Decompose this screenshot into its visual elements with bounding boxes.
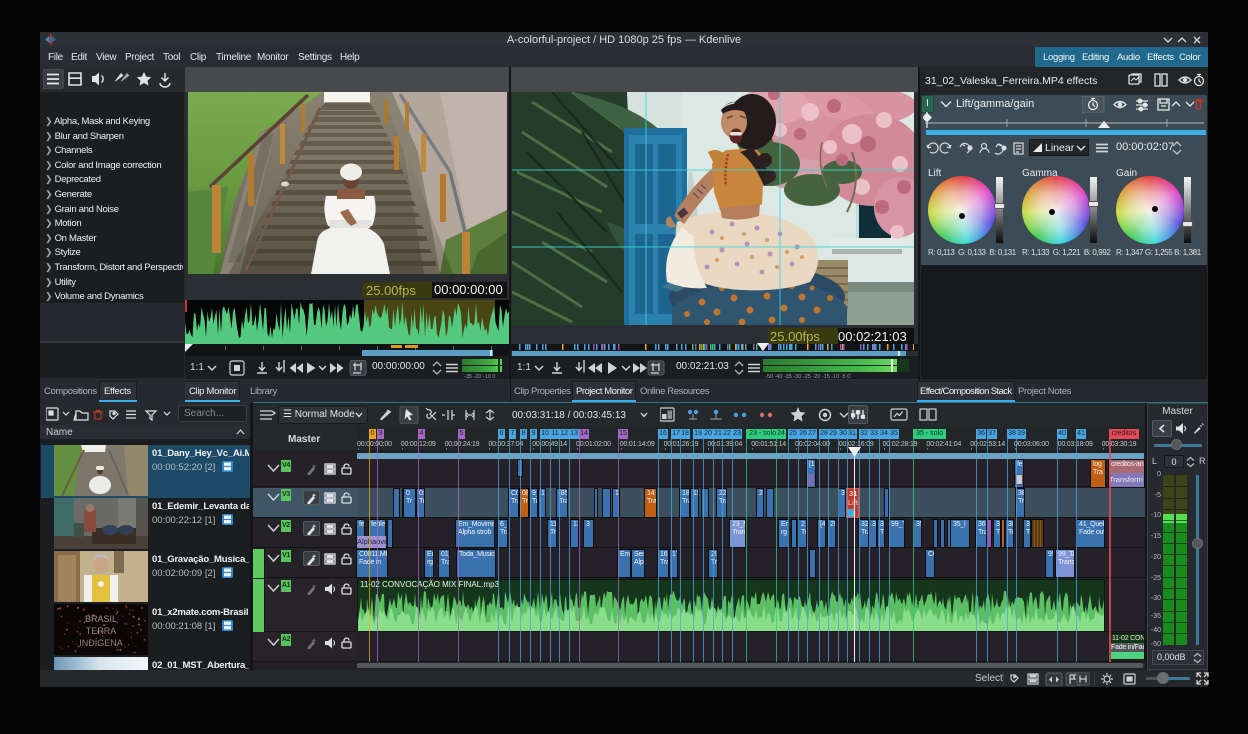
svg-text:-50 -40 -35 -30 -25 -20 -15: -50 -40 -35 -30 -25 -20 -15 -10 -5 0 (765, 374, 850, 379)
svg-text:INDÍGENA: INDÍGENA (79, 638, 123, 648)
svg-text:BRASIL: BRASIL (85, 614, 117, 624)
svg-text:-35 -20 -10 0: -35 -20 -10 0 (464, 374, 496, 379)
svg-text:TERRA: TERRA (86, 626, 117, 636)
